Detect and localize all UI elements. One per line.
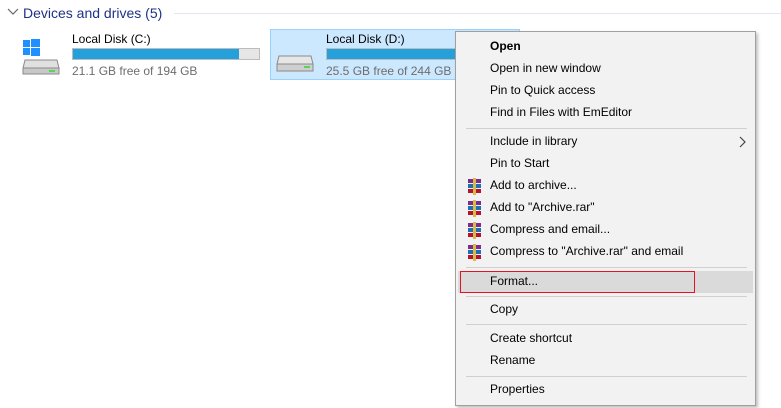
chevron-right-icon: [739, 136, 746, 148]
context-menu: Open Open in new window Pin to Quick acc…: [455, 31, 756, 406]
chevron-down-icon[interactable]: [6, 5, 20, 19]
windows-drive-icon: [22, 39, 60, 75]
menu-item-label: Create shortcut: [490, 331, 573, 345]
menu-item-find-in-files[interactable]: Find in Files with EmEditor: [458, 102, 753, 124]
menu-item-label: Format...: [490, 274, 539, 288]
menu-separator: [466, 324, 747, 325]
menu-separator: [466, 376, 747, 377]
menu-item-label: Compress and email...: [490, 222, 611, 236]
drive-free-space: 21.1 GB free of 194 GB: [72, 64, 198, 78]
menu-item-open-new-window[interactable]: Open in new window: [458, 58, 753, 80]
menu-item-label: Rename: [490, 353, 536, 367]
winrar-archive-icon: [468, 178, 481, 195]
winrar-archive-icon: [468, 222, 481, 239]
drive-name: Local Disk (D:): [326, 32, 405, 46]
menu-item-compress-to-rar-and-email[interactable]: Compress to "Archive.rar" and email: [458, 241, 753, 263]
menu-item-properties[interactable]: Properties: [458, 379, 753, 401]
menu-item-label: Add to archive...: [490, 178, 577, 192]
menu-item-label: Pin to Quick access: [490, 83, 596, 97]
menu-item-rename[interactable]: Rename: [458, 350, 753, 372]
drive-usage-bar: [72, 48, 260, 60]
menu-item-label: Add to "Archive.rar": [490, 200, 595, 214]
menu-item-copy[interactable]: Copy: [458, 299, 753, 321]
winrar-archive-icon: [468, 200, 481, 217]
menu-item-label: Find in Files with EmEditor: [490, 105, 633, 119]
menu-item-label: Open: [490, 39, 521, 53]
drive-usage-fill: [73, 49, 239, 59]
menu-item-format[interactable]: Format...: [458, 271, 753, 293]
menu-item-pin-to-start[interactable]: Pin to Start: [458, 153, 753, 175]
menu-item-label: Include in library: [490, 134, 578, 148]
menu-item-label: Pin to Start: [490, 156, 550, 170]
menu-separator: [466, 296, 747, 297]
devices-and-drives-header[interactable]: Devices and drives (5): [4, 3, 781, 25]
menu-item-compress-and-email[interactable]: Compress and email...: [458, 219, 753, 241]
section-title: Devices and drives (5): [23, 5, 163, 21]
menu-separator: [466, 267, 747, 268]
menu-item-add-to-archive[interactable]: Add to archive...: [458, 175, 753, 197]
menu-item-label: Open in new window: [490, 61, 601, 75]
drive-name: Local Disk (C:): [72, 32, 151, 46]
menu-item-label: Copy: [490, 302, 519, 316]
menu-item-add-to-archive-rar[interactable]: Add to "Archive.rar": [458, 197, 753, 219]
drive-free-space: 25.5 GB free of 244 GB: [326, 64, 452, 78]
menu-item-include-in-library[interactable]: Include in library: [458, 131, 753, 153]
menu-item-open[interactable]: Open: [458, 36, 753, 58]
section-divider: [174, 13, 781, 14]
winrar-archive-icon: [468, 244, 481, 261]
menu-item-create-shortcut[interactable]: Create shortcut: [458, 328, 753, 350]
hard-drive-icon: [276, 55, 314, 72]
menu-item-label: Compress to "Archive.rar" and email: [490, 244, 684, 258]
menu-item-label: Properties: [490, 382, 545, 396]
drive-c-tile[interactable]: Local Disk (C:) 21.1 GB free of 194 GB: [16, 29, 265, 80]
menu-item-pin-quick-access[interactable]: Pin to Quick access: [458, 80, 753, 102]
menu-separator: [466, 128, 747, 129]
